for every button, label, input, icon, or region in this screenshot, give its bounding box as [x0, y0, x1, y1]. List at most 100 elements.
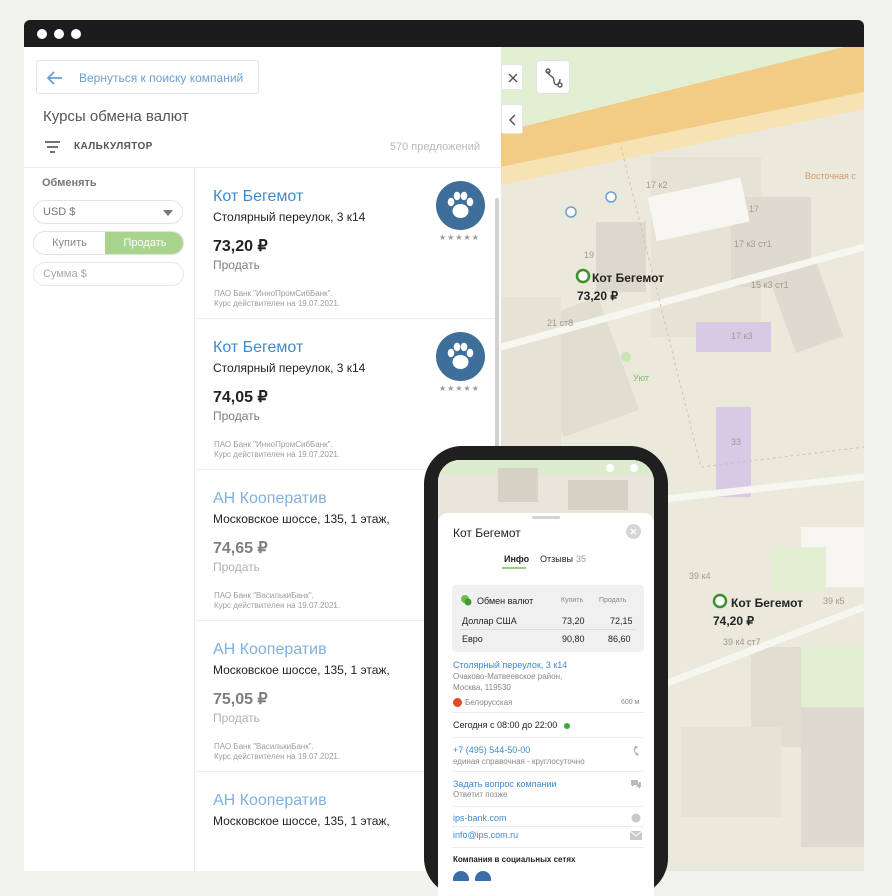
rate-sell: 72,15	[610, 616, 633, 626]
map-building-label: 39 к5	[823, 596, 845, 606]
company-logo	[436, 181, 485, 230]
divider	[452, 712, 644, 713]
social-heading: Компания в социальных сетях	[453, 855, 576, 864]
phone-icon[interactable]	[632, 745, 642, 757]
address-district: Очаково-Матвеевское район,	[453, 672, 563, 681]
divider	[452, 737, 644, 738]
route-button[interactable]	[536, 60, 570, 94]
rate-buy: 90,80	[562, 634, 585, 644]
calculator-toggle[interactable]: КАЛЬКУЛЯТОР	[43, 139, 203, 157]
ask-question-note: Ответит позже	[453, 790, 508, 799]
mail-icon	[630, 831, 642, 840]
map-marker-icon[interactable]	[712, 593, 728, 609]
offer-name[interactable]: Кот Бегемот	[213, 339, 303, 357]
offer-name[interactable]: АН Кооператив	[213, 490, 327, 508]
metro-distance: 600 м	[621, 699, 640, 706]
window-minimize-dot[interactable]	[54, 29, 64, 39]
divider	[460, 629, 636, 630]
operation-toggle: Купить Продать	[33, 231, 184, 255]
map-building-label: 21 ст8	[547, 318, 574, 328]
sell-option[interactable]: Продать	[105, 232, 183, 254]
company-title: Кот Бегемот	[453, 526, 521, 540]
filter-icon	[45, 141, 60, 153]
sheet-grab-handle[interactable]	[532, 516, 560, 519]
map-marker-icon[interactable]	[575, 268, 591, 284]
offer-card[interactable]: Кот Бегемот Столярный переулок, 3 к14 73…	[196, 168, 496, 319]
offer-valid-date: Курс действителен на 19.07.2021.	[214, 601, 341, 610]
offer-address: Столярный переулок, 3 к14	[213, 361, 366, 375]
website-link[interactable]: ips-bank.com	[453, 813, 507, 823]
back-to-search-button[interactable]: Вернуться к поиску компаний	[36, 60, 259, 94]
exchange-icon	[461, 595, 472, 606]
map-building-label: 17	[749, 204, 760, 214]
map-marker-rate: 73,20 ₽	[577, 289, 618, 303]
offer-rate: 73,20 ₽	[213, 238, 268, 255]
map-building-label: 39 к4 ст7	[723, 637, 761, 647]
offer-rate: 75,05 ₽	[213, 691, 268, 708]
offer-name[interactable]: АН Кооператив	[213, 641, 327, 659]
exchange-filters: Обменять USD $ Купить Продать Сумма $	[24, 168, 195, 871]
chevron-down-icon	[163, 210, 173, 216]
page-title: Курсы обмена валют	[43, 108, 189, 125]
offer-valid-date: Курс действителен на 19.07.2021.	[214, 450, 341, 459]
col-sell: Продать	[599, 597, 627, 604]
calculator-label: КАЛЬКУЛЯТОР	[74, 141, 153, 152]
rating-stars: ★★★★★	[439, 384, 480, 393]
window-titlebar	[24, 20, 864, 47]
offer-operation: Продать	[213, 560, 260, 574]
offer-name[interactable]: Кот Бегемот	[213, 188, 303, 206]
address-link[interactable]: Столярный переулок, 3 к14	[453, 660, 567, 670]
offer-address: Московское шоссе, 135, 1 этаж,	[213, 663, 390, 677]
exchange-title: Обмен валют	[477, 596, 534, 606]
map-building-label: 19	[584, 250, 595, 260]
rate-currency: Доллар США	[462, 616, 517, 626]
rate-sell: 86,60	[608, 634, 631, 644]
ask-question-link[interactable]: Задать вопрос компании	[453, 779, 557, 789]
close-icon[interactable]	[626, 524, 641, 539]
list-scrollbar[interactable]	[495, 198, 499, 454]
offer-address: Московское шоссе, 135, 1 этаж,	[213, 512, 390, 526]
metro-icon	[453, 698, 462, 707]
currency-select[interactable]: USD $	[33, 200, 183, 224]
offer-operation: Продать	[213, 711, 260, 725]
chat-icon[interactable]	[630, 779, 642, 789]
social-icons[interactable]	[453, 869, 503, 881]
tab-indicator	[502, 567, 526, 569]
collapse-panel-button[interactable]	[501, 104, 523, 134]
divider	[452, 826, 644, 827]
close-panel-button[interactable]	[501, 64, 523, 90]
phone-link[interactable]: +7 (495) 544-50-00	[453, 745, 530, 755]
offer-address: Столярный переулок, 3 к14	[213, 210, 366, 224]
map-building-label: 33	[731, 437, 742, 447]
divider	[452, 806, 644, 807]
map-poi-label: Уют	[633, 373, 649, 383]
arrow-left-icon	[46, 71, 62, 85]
map-building-label: 17 к3	[731, 331, 753, 341]
window-close-dot[interactable]	[37, 29, 47, 39]
map-marker-label[interactable]: Кот Бегемот	[592, 271, 664, 285]
back-button-label: Вернуться к поиску компаний	[79, 71, 244, 85]
offer-name[interactable]: АН Кооператив	[213, 792, 327, 810]
divider	[452, 771, 644, 772]
map-marker-rate: 74,20 ₽	[713, 614, 754, 628]
map-building-label: 17 к2	[646, 180, 668, 190]
tab-info[interactable]: Инфо	[504, 554, 529, 564]
offers-count: 570 предложений	[389, 141, 480, 153]
working-hours: Сегодня с 08:00 до 22:00	[453, 720, 558, 730]
phone-map-canvas	[438, 460, 654, 520]
map-marker-label[interactable]: Кот Бегемот	[731, 596, 803, 610]
amount-input[interactable]: Сумма $	[33, 262, 184, 286]
offer-valid-date: Курс действителен на 19.07.2021.	[214, 299, 341, 308]
rate-buy: 73,20	[562, 616, 585, 626]
company-logo	[436, 332, 485, 381]
offer-rate: 74,65 ₽	[213, 540, 268, 557]
window-maximize-dot[interactable]	[71, 29, 81, 39]
col-buy: Купить	[561, 597, 584, 604]
offer-valid-date: Курс действителен на 19.07.2021.	[214, 752, 341, 761]
rating-stars: ★★★★★	[439, 233, 480, 242]
tab-reviews[interactable]: Отзывы	[540, 554, 573, 564]
map-building-label: 39 к4	[689, 571, 711, 581]
exchange-heading: Обменять	[42, 177, 97, 189]
buy-option[interactable]: Купить	[34, 232, 105, 254]
email-link[interactable]: info@ips.com.ru	[453, 830, 518, 840]
